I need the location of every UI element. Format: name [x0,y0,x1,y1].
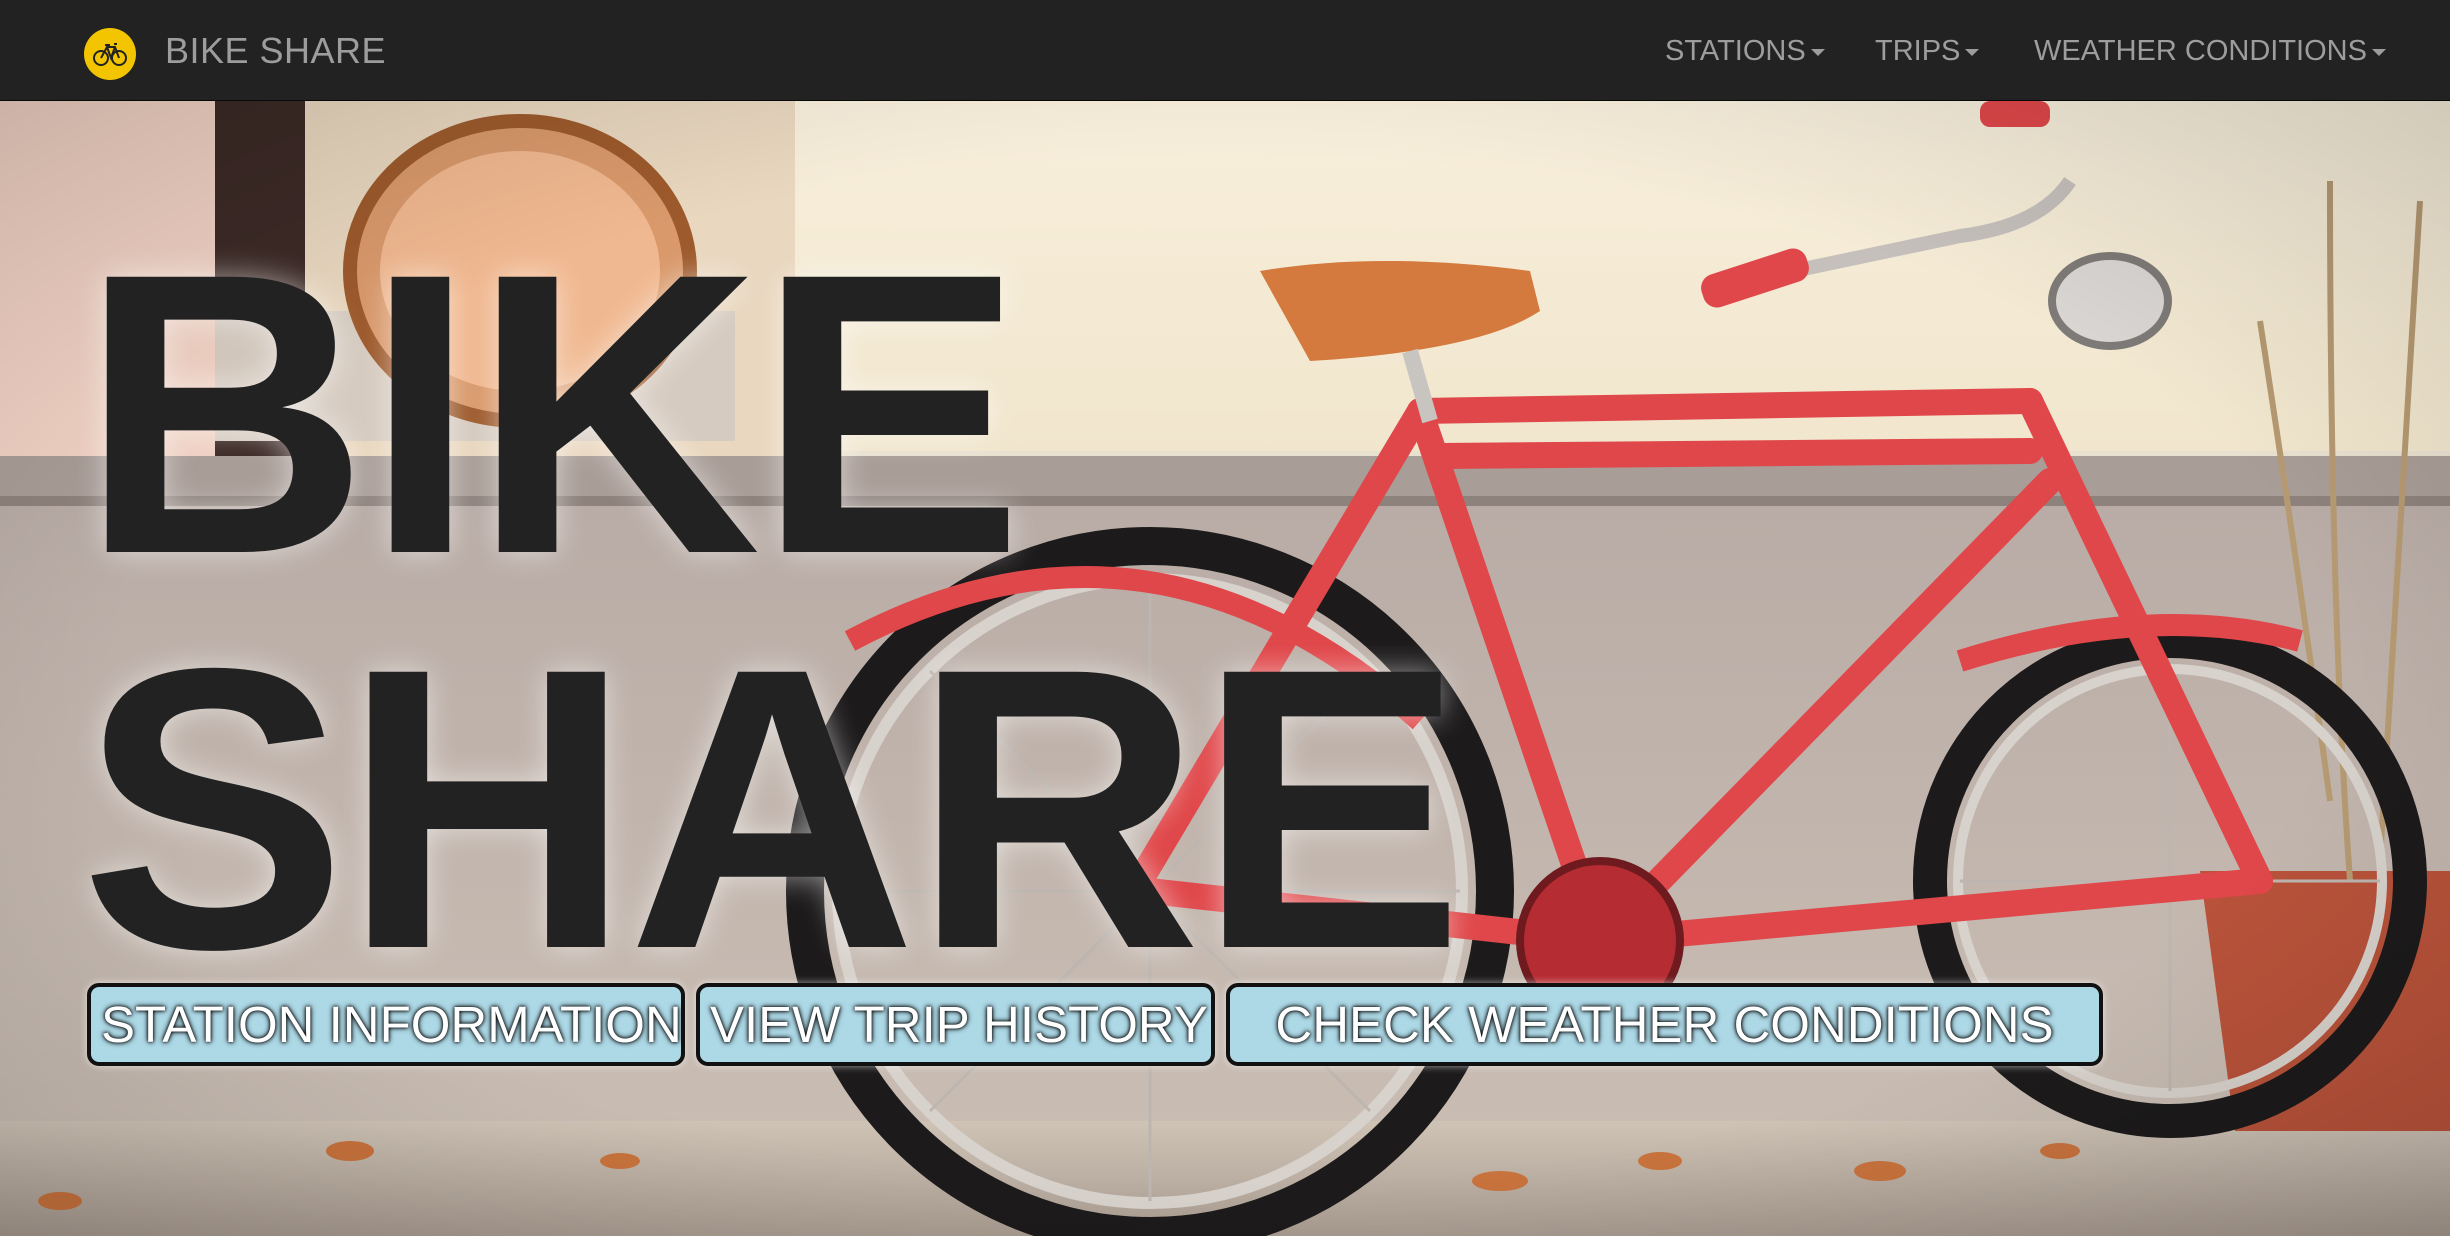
caret-down-icon [2371,48,2386,56]
nav-weather-label: WEATHER CONDITIONS [2034,35,2367,67]
hero-title: BIKE SHARE [80,190,1464,1032]
hero-title-line1: BIKE [80,190,1024,637]
hero-title-line2: SHARE [80,585,1464,1032]
hero-section: BIKE SHARE STATION INFORMATION VIEW TRIP… [0,101,2450,1236]
nav-trips-label: TRIPS [1875,35,1961,67]
nav-weather-dropdown[interactable]: WEATHER CONDITIONS [2034,26,2386,76]
check-weather-conditions-button[interactable]: CHECK WEATHER CONDITIONS [1226,983,2103,1066]
caret-down-icon [1965,48,1980,56]
caret-down-icon [1810,48,1825,56]
navbar: BIKE SHARE STATIONS TRIPS WEATHER CONDIT… [0,0,2450,101]
bicycle-icon[interactable] [84,28,136,80]
nav-stations-dropdown[interactable]: STATIONS [1665,26,1825,76]
nav-stations-label: STATIONS [1665,35,1806,67]
brand-link[interactable]: BIKE SHARE [165,26,386,76]
view-trip-history-button[interactable]: VIEW TRIP HISTORY [696,983,1215,1066]
nav-trips-dropdown[interactable]: TRIPS [1875,26,1980,76]
station-information-button[interactable]: STATION INFORMATION [87,983,685,1066]
